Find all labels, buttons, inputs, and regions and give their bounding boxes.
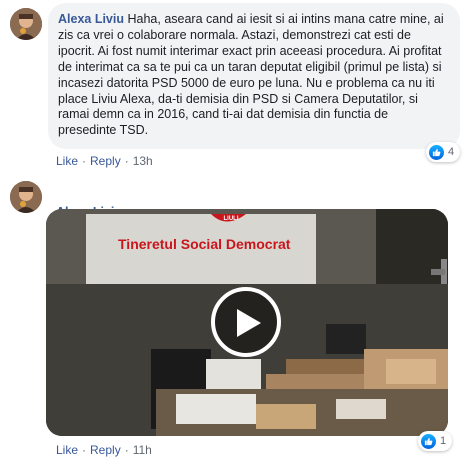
banner-logo-text: LIULI <box>224 216 239 222</box>
reaction-count: 4 <box>448 146 455 158</box>
play-button[interactable] <box>211 287 281 357</box>
reaction-count-badge[interactable]: 1 <box>418 431 453 451</box>
reply-link[interactable]: Reply <box>90 443 121 457</box>
reply-link[interactable]: Reply <box>90 154 121 168</box>
commenter-avatar[interactable] <box>10 8 42 40</box>
thumbs-up-icon <box>429 144 444 160</box>
comment-actions: Like · Reply · 13h <box>56 154 153 168</box>
banner-title: Tineretul Social Democrat <box>118 236 291 252</box>
avatar-photo <box>10 181 42 213</box>
play-icon <box>237 309 261 337</box>
comment-timestamp[interactable]: 13h <box>133 154 153 168</box>
commenter-avatar[interactable] <box>10 181 42 213</box>
comment-bubble: Alexa Liviu Haha, aseara cand ai iesit s… <box>48 3 460 149</box>
video-attachment[interactable]: LIULI Tineretul Social Democrat <box>46 209 448 436</box>
comment-timestamp[interactable]: 11h <box>133 443 152 457</box>
comment-author[interactable]: Alexa Liviu <box>58 12 124 26</box>
like-link[interactable]: Like <box>56 154 78 168</box>
reaction-count: 1 <box>440 435 447 447</box>
comment-actions: Like · Reply · 11h <box>56 443 152 457</box>
thumbs-up-icon <box>421 433 436 449</box>
comment-text: Haha, aseara cand ai iesit si ai intins … <box>58 12 444 138</box>
like-link[interactable]: Like <box>56 443 78 457</box>
reaction-count-badge[interactable]: 4 <box>426 142 461 162</box>
avatar-photo <box>10 8 42 40</box>
comment-body: Alexa Liviu Haha, aseara cand ai iesit s… <box>58 12 448 139</box>
